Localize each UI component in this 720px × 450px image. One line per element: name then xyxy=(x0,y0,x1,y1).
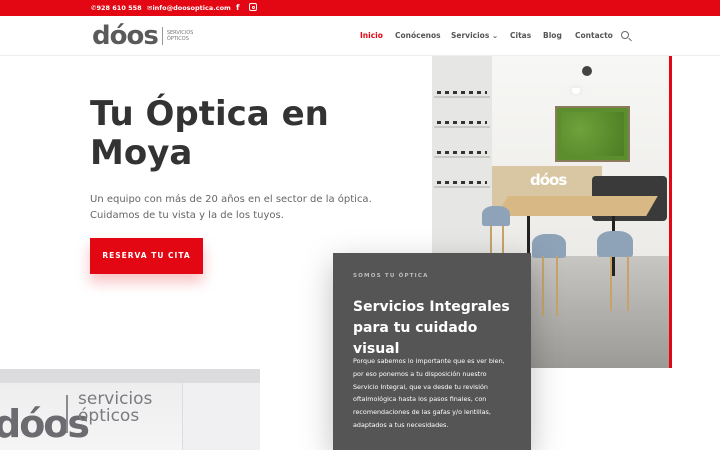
counter-logo: dóos xyxy=(530,171,567,189)
hero-description: Un equipo con más de 20 años en el secto… xyxy=(90,194,372,221)
nav-blog[interactable]: Blog xyxy=(543,16,562,56)
card-description: Porque sabemos lo importante que es ver … xyxy=(353,357,505,429)
nav-servicios[interactable]: Servicios ⌄ xyxy=(451,16,498,56)
store-facade-photo: dóos servicios ópticos xyxy=(0,369,260,450)
nav-conocenos[interactable]: Conócenos xyxy=(395,16,441,56)
services-card: SOMOS TU ÓPTICA Servicios Integrales par… xyxy=(333,253,531,450)
nav-citas[interactable]: Citas xyxy=(510,16,531,56)
card-title: Servicios Integrales para tu cuidado vis… xyxy=(353,299,510,357)
card-kicker: SOMOS TU ÓPTICA xyxy=(353,273,429,279)
facade-subtitle: servicios ópticos xyxy=(78,391,152,425)
logo-sub-line2: ÓPTICOS xyxy=(166,36,189,42)
email-address: info@doosoptica.com xyxy=(152,4,231,12)
logo-separator xyxy=(161,27,163,45)
facade-logo: dóos xyxy=(0,402,90,446)
facebook-icon[interactable]: f xyxy=(236,0,239,16)
instagram-link[interactable] xyxy=(249,0,257,16)
reserve-appointment-button[interactable]: RESERVA TU CITA xyxy=(90,238,203,274)
phone-link[interactable]: ✆928 610 558 xyxy=(91,0,142,16)
hero-title: Tu Óptica en Moya xyxy=(90,94,329,173)
photo-accent-bar xyxy=(669,56,672,368)
moss-wall-art xyxy=(555,106,630,162)
chevron-down-icon: ⌄ xyxy=(491,31,499,40)
facade-sub-line2: ópticos xyxy=(78,406,140,426)
top-bar: ✆928 610 558 ✉info@doosoptica.com f xyxy=(0,0,720,16)
logo-wordmark: dóos xyxy=(92,21,159,51)
site-logo[interactable]: dóos SERVICIOS ÓPTICOS xyxy=(92,21,194,51)
search-icon[interactable] xyxy=(621,31,629,39)
logo-subtitle: SERVICIOS ÓPTICOS xyxy=(167,30,194,42)
nav-inicio[interactable]: Inicio xyxy=(360,16,383,56)
nav-servicios-label: Servicios xyxy=(451,31,490,40)
main-header: dóos SERVICIOS ÓPTICOS Inicio Conócenos … xyxy=(0,16,720,56)
email-link[interactable]: ✉info@doosoptica.com xyxy=(147,0,231,16)
nav-contacto[interactable]: Contacto xyxy=(575,16,613,56)
instagram-icon xyxy=(249,3,257,11)
phone-number: 928 610 558 xyxy=(96,4,142,12)
